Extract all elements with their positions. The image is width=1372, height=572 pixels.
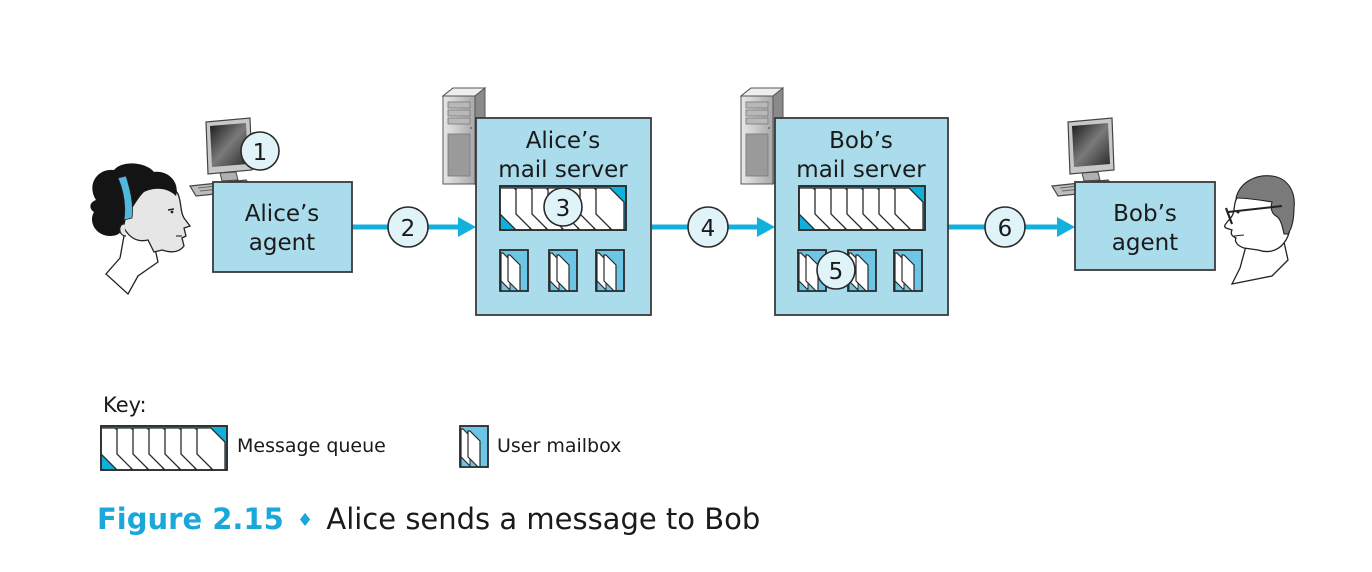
alice-user-mailbox-1: [499, 249, 529, 292]
figure-title: Alice sends a message to Bob: [326, 502, 761, 536]
person-alice-icon: [90, 163, 192, 296]
legend-title: Key:: [103, 393, 147, 417]
bob-agent-label-line1: Bob’s: [1113, 201, 1177, 227]
alice-agent-label-line2: agent: [249, 230, 315, 256]
step-2-label: 2: [401, 216, 416, 242]
alice-server-label-line1: Alice’s: [526, 128, 601, 154]
alice-user-mailbox-3: [595, 249, 625, 292]
bob-server-label-line1: Bob’s: [829, 128, 893, 154]
step-4-label: 4: [701, 216, 716, 242]
figure-number: Figure 2.15: [97, 502, 284, 536]
step-4-marker: 4: [687, 206, 729, 248]
legend-user-mailbox-icon: [459, 425, 489, 468]
legend-user-mailbox-label: User mailbox: [497, 435, 621, 457]
legend-message-queue-label: Message queue: [237, 435, 386, 457]
alice-server-label-line2: mail server: [498, 157, 628, 183]
person-bob-icon: [1224, 175, 1295, 285]
step-5-label: 5: [829, 259, 844, 285]
step-1-label: 1: [253, 140, 268, 166]
figure-caption: Figure 2.15 ♦ Alice sends a message to B…: [97, 502, 760, 536]
diamond-separator-icon: ♦: [297, 510, 314, 531]
bob-agent-box: Bob’s agent: [1074, 181, 1216, 271]
step-2-marker: 2: [387, 206, 429, 248]
bob-user-mailbox-3: [893, 249, 923, 292]
legend: Key: Message queue User mailbox: [100, 393, 621, 471]
bob-agent-label-line2: agent: [1112, 230, 1178, 256]
bob-message-queue: [798, 185, 926, 231]
step-6-marker: 6: [984, 206, 1026, 248]
alice-agent-box: Alice’s agent: [212, 181, 353, 273]
step-5-marker: 5: [816, 250, 856, 290]
step-3-marker: 3: [543, 187, 583, 227]
bob-server-label-line2: mail server: [796, 157, 926, 183]
bob-mail-server-box: Bob’s mail server: [774, 117, 949, 316]
step-1-marker: 1: [240, 131, 280, 171]
email-flow-diagram: Alice’s agent 1 2 Alice’s mail server 3 …: [90, 87, 1295, 471]
alice-agent-label-line1: Alice’s: [245, 201, 320, 227]
legend-message-queue-icon: [100, 425, 228, 471]
step-6-label: 6: [998, 216, 1013, 242]
alice-user-mailbox-2: [548, 249, 578, 292]
step-3-label: 3: [556, 196, 571, 222]
